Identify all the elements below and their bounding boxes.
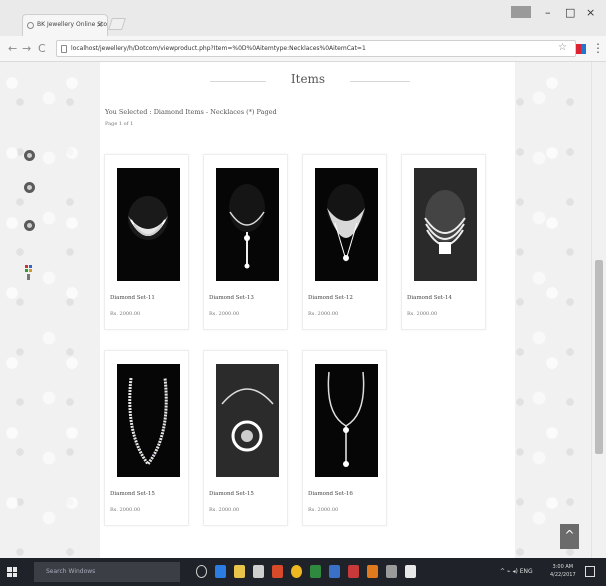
- windows-taskbar: Search Windows ^ ⌁ ◂) ENG 3:00 AM 4/22/2…: [0, 558, 606, 586]
- tab-close-icon[interactable]: ×: [96, 20, 103, 29]
- necklace-image-icon: [414, 168, 477, 281]
- extension-icon[interactable]: [576, 44, 586, 54]
- maximize-button[interactable]: □: [565, 6, 575, 19]
- page-title: Items: [290, 72, 326, 86]
- product-image[interactable]: [216, 168, 279, 281]
- product-image[interactable]: [414, 168, 477, 281]
- product-price: Rs. 2000.00: [308, 311, 339, 317]
- notification-center-icon[interactable]: [585, 566, 595, 577]
- product-card[interactable]: Diamond Set-14 Rs. 2000.00: [401, 154, 486, 330]
- browser-tab-bar: BK Jewellery Online Sto × – □ ×: [0, 0, 606, 36]
- product-image[interactable]: ~: [117, 364, 180, 477]
- page-info-icon: [61, 45, 67, 53]
- product-price: Rs. 2000.00: [110, 311, 141, 317]
- pagination-info: Page 1 of 1: [105, 121, 134, 127]
- chrome-icon[interactable]: [291, 565, 302, 578]
- clock-date: 4/22/2017: [550, 572, 576, 578]
- product-card[interactable]: Diamond Set-13 Rs. 2000.00: [203, 154, 288, 330]
- product-image[interactable]: [315, 364, 378, 477]
- page-viewport: Items You Selected : Diamond Items - Nec…: [0, 62, 606, 558]
- forward-button[interactable]: →: [22, 42, 31, 55]
- main-content: Items You Selected : Diamond Items - Nec…: [100, 62, 515, 558]
- facebook-icon[interactable]: [24, 150, 35, 161]
- file-explorer-icon[interactable]: [234, 565, 245, 578]
- task-view-icon[interactable]: [196, 565, 207, 578]
- app-icon-3[interactable]: [348, 565, 359, 578]
- word-icon[interactable]: [329, 565, 340, 578]
- app-icon-1[interactable]: [272, 565, 283, 578]
- product-price: Rs. 2000.00: [308, 507, 339, 513]
- browser-tab[interactable]: BK Jewellery Online Sto ×: [22, 14, 108, 36]
- selection-summary: You Selected : Diamond Items - Necklaces…: [105, 108, 277, 116]
- necklace-image-icon: [327, 371, 365, 467]
- twitter-icon[interactable]: [24, 182, 35, 193]
- necklace-image-icon: [216, 364, 279, 477]
- svg-text:~: ~: [152, 453, 156, 459]
- product-name[interactable]: Diamond Set-15: [209, 491, 254, 497]
- bookmark-star-icon[interactable]: ☆: [558, 42, 567, 53]
- app-icon-4[interactable]: [367, 565, 378, 578]
- necklace-image-icon: [327, 184, 365, 262]
- edge-browser-icon[interactable]: [215, 565, 226, 578]
- back-to-top-button[interactable]: ^: [560, 524, 579, 549]
- page-scrollbar[interactable]: [591, 62, 606, 558]
- app-icon-5[interactable]: [386, 565, 397, 578]
- scrollbar-thumb[interactable]: [595, 260, 603, 454]
- new-tab-button[interactable]: [108, 18, 126, 30]
- heading-rule-left: [210, 81, 266, 82]
- product-image[interactable]: [117, 168, 180, 281]
- product-price: Rs. 2000.00: [110, 507, 141, 513]
- qr-code-icon[interactable]: [25, 265, 33, 281]
- user-profile-button[interactable]: [511, 6, 531, 18]
- browser-menu-button[interactable]: ⋮: [592, 41, 604, 55]
- section-heading: Items: [100, 72, 515, 90]
- product-price: Rs. 2000.00: [209, 311, 240, 317]
- browser-toolbar: ← → C localhost/jewellery/h/Dotcom/viewp…: [0, 36, 606, 62]
- heading-rule-right: [350, 81, 410, 82]
- minimize-button[interactable]: –: [545, 6, 551, 19]
- product-name[interactable]: Diamond Set-15: [110, 491, 155, 497]
- address-text: localhost/jewellery/h/Dotcom/viewproduct…: [71, 45, 366, 52]
- close-window-button[interactable]: ×: [586, 6, 595, 19]
- necklace-image-icon: [229, 184, 265, 269]
- product-name[interactable]: Diamond Set-12: [308, 295, 353, 301]
- product-image[interactable]: [315, 168, 378, 281]
- back-button[interactable]: ←: [8, 42, 17, 55]
- tab-favicon-icon: [27, 22, 34, 29]
- google-plus-icon[interactable]: [24, 220, 35, 231]
- app-icon-6[interactable]: [405, 565, 416, 578]
- necklace-image-icon: ~: [128, 377, 168, 467]
- windows-start-icon[interactable]: [7, 567, 17, 577]
- app-icon-2[interactable]: [310, 565, 321, 578]
- product-price: Rs. 2000.00: [407, 311, 438, 317]
- product-card[interactable]: Diamond Set-15 Rs. 2000.00: [203, 350, 288, 526]
- product-name[interactable]: Diamond Set-11: [110, 295, 155, 301]
- product-name[interactable]: Diamond Set-13: [209, 295, 254, 301]
- product-price: Rs. 2000.00: [209, 507, 240, 513]
- product-image[interactable]: [216, 364, 279, 477]
- taskbar-clock[interactable]: 3:00 AM 4/22/2017: [550, 563, 576, 579]
- reload-button[interactable]: C: [38, 42, 46, 55]
- store-icon[interactable]: [253, 565, 264, 578]
- system-tray[interactable]: ^ ⌁ ◂) ENG: [500, 568, 533, 575]
- product-name[interactable]: Diamond Set-14: [407, 295, 452, 301]
- product-card[interactable]: Diamond Set-12 Rs. 2000.00: [302, 154, 387, 330]
- product-card[interactable]: ~ Diamond Set-15 Rs. 2000.00: [104, 350, 189, 526]
- address-bar[interactable]: localhost/jewellery/h/Dotcom/viewproduct…: [56, 40, 576, 57]
- product-name[interactable]: Diamond Set-16: [308, 491, 353, 497]
- clock-time: 3:00 AM: [552, 564, 574, 570]
- necklace-image-icon: [128, 196, 168, 240]
- product-card[interactable]: Diamond Set-16 Rs. 2000.00: [302, 350, 387, 526]
- taskbar-search-input[interactable]: Search Windows: [34, 562, 180, 582]
- product-card[interactable]: Diamond Set-11 Rs. 2000.00: [104, 154, 189, 330]
